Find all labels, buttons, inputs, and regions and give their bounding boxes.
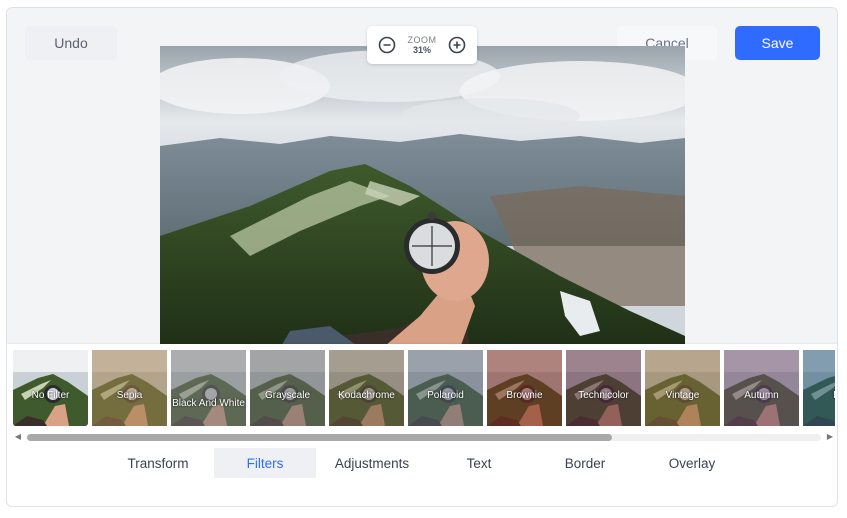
filter-label: No Filter <box>31 390 70 401</box>
zoom-readout: ZOOM 31% <box>408 35 437 55</box>
image-canvas[interactable] <box>160 46 685 348</box>
filter-strip: No Filter Sepia Black And White Grayscale Ko… <box>7 344 837 448</box>
filter-thumbnail[interactable]: No Filter <box>13 350 88 426</box>
zoom-out-button[interactable] <box>377 35 397 55</box>
filter-thumbnail[interactable]: Vintage <box>645 350 720 426</box>
filter-label: Vintage <box>665 390 700 401</box>
filter-label: Brownie <box>506 390 543 401</box>
undo-button[interactable]: Undo <box>25 26 117 60</box>
filter-label: Sepia <box>116 390 143 401</box>
tab-filters[interactable]: Filters <box>214 448 316 478</box>
filter-thumbnail[interactable]: Autumn <box>724 350 799 426</box>
filter-label: Autumn <box>744 390 779 401</box>
tab-border[interactable]: Border <box>534 448 636 478</box>
filter-label: Black And White <box>172 398 245 409</box>
tab-adjustments[interactable]: Adjustments <box>321 448 423 478</box>
filter-label: Blu <box>803 383 835 409</box>
image-editor: Undo ZOOM 31% Cancel Save No Filter Sepi… <box>6 7 838 507</box>
filter-thumbnail[interactable]: Grayscale <box>250 350 325 426</box>
filter-label: Grayscale <box>264 390 310 401</box>
filter-thumbnail[interactable]: Sepia <box>92 350 167 426</box>
filter-thumbnail[interactable]: Blu <box>803 350 835 426</box>
scrollbar-thumb[interactable] <box>27 434 612 441</box>
filter-thumbnails: No Filter Sepia Black And White Grayscale Ko… <box>13 350 835 426</box>
zoom-in-button[interactable] <box>447 35 467 55</box>
plus-circle-icon <box>448 36 466 54</box>
filter-label: Kodachrome <box>338 390 395 401</box>
scrollbar-track[interactable] <box>27 434 821 441</box>
tab-text[interactable]: Text <box>428 448 530 478</box>
mountain-compass-photo <box>160 46 685 348</box>
filter-label: Polaroid <box>427 390 464 401</box>
filter-thumbnail[interactable]: Kodachrome <box>329 350 404 426</box>
scroll-left-arrow-icon[interactable]: ◀ <box>13 432 23 442</box>
filter-thumbnail[interactable]: Technicolor <box>566 350 641 426</box>
tab-transform[interactable]: Transform <box>107 448 209 478</box>
filter-scrollbar[interactable]: ◀ ▶ <box>13 432 835 442</box>
filter-label: Technicolor <box>578 390 629 401</box>
filter-thumbnail[interactable]: Brownie <box>487 350 562 426</box>
tab-overlay[interactable]: Overlay <box>641 448 743 478</box>
filter-preview-image <box>171 350 246 426</box>
filter-thumbnail[interactable]: Polaroid <box>408 350 483 426</box>
zoom-value: 31% <box>412 45 431 55</box>
filter-thumbnail[interactable]: Black And White <box>171 350 246 426</box>
minus-circle-icon <box>378 36 396 54</box>
zoom-label: ZOOM <box>407 35 437 45</box>
scroll-right-arrow-icon[interactable]: ▶ <box>825 432 835 442</box>
editor-tabs: Transform Filters Adjustments Text Border Ove… <box>7 448 837 506</box>
save-button[interactable]: Save <box>735 26 820 60</box>
zoom-control: ZOOM 31% <box>367 26 477 64</box>
